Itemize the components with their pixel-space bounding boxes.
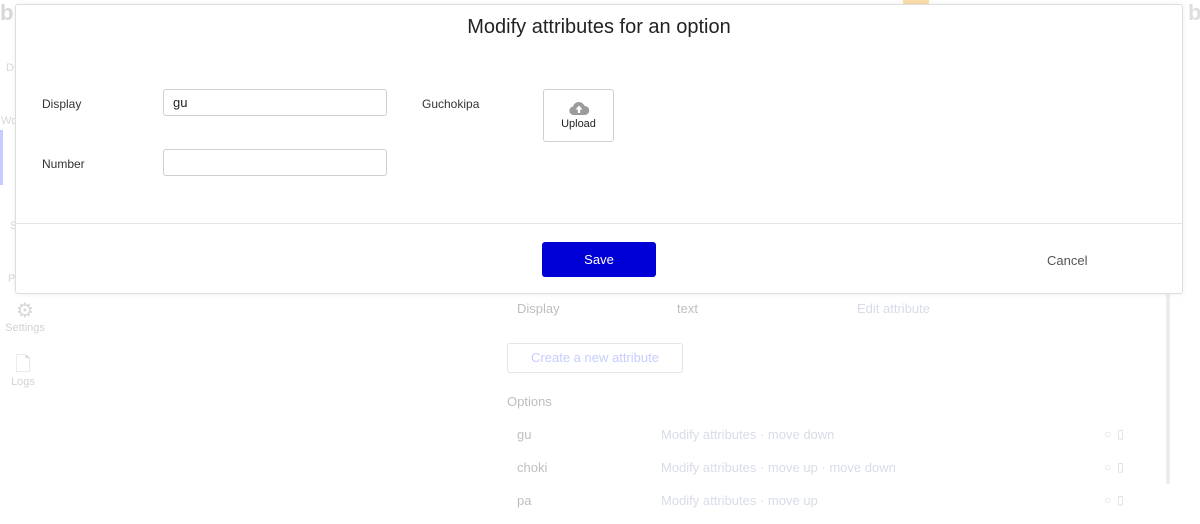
option-row-icons[interactable]: ○▯ (1104, 493, 1130, 507)
document-icon: 🗋 (14, 354, 32, 376)
number-input[interactable] (163, 149, 387, 176)
nav-active-indicator (0, 130, 3, 185)
cloud-upload-icon (568, 101, 589, 115)
app-logo: b (0, 0, 14, 22)
number-label: Number (42, 157, 85, 171)
scrollbar[interactable] (1166, 294, 1170, 484)
gear-icon: ⚙ (16, 300, 34, 322)
save-button[interactable]: Save (542, 242, 656, 277)
nav-item-settings[interactable]: ⚙ Settings (0, 300, 50, 334)
modal-divider (16, 223, 1182, 224)
option-name: pa (517, 493, 532, 508)
upload-label: Upload (561, 118, 596, 130)
option-name: choki (517, 460, 548, 475)
guchokipa-label: Guchokipa (422, 97, 480, 111)
modal-title: Modify attributes for an option (467, 16, 731, 38)
nav-fragment-d: D (6, 62, 14, 74)
options-heading: Options (507, 394, 552, 409)
option-actions[interactable]: Modify attributes · move up (661, 493, 818, 508)
option-actions[interactable]: Modify attributes · move up · move down (661, 460, 896, 475)
nav-item-logs-label: Logs (11, 376, 35, 388)
display-input[interactable] (163, 89, 387, 116)
attribute-name: Display (517, 301, 560, 316)
nav-item-settings-label: Settings (5, 322, 45, 334)
create-attribute-button[interactable]: Create a new attribute (507, 343, 683, 373)
edit-attribute-link[interactable]: Edit attribute (857, 301, 930, 316)
option-name: gu (517, 427, 532, 442)
cancel-button[interactable]: Cancel (1041, 252, 1093, 269)
display-label: Display (42, 97, 82, 111)
option-actions[interactable]: Modify attributes · move down (661, 427, 834, 442)
upload-button[interactable]: Upload (543, 89, 614, 142)
nav-item-logs[interactable]: 🗋 Logs (0, 354, 48, 388)
modify-option-modal: Modify attributes for an option Display … (15, 4, 1183, 294)
option-row-icons[interactable]: ○▯ (1104, 460, 1130, 474)
option-row-icons[interactable]: ○▯ (1104, 427, 1130, 441)
app-logo-right: b (1188, 0, 1200, 22)
attribute-type: text (677, 301, 698, 316)
